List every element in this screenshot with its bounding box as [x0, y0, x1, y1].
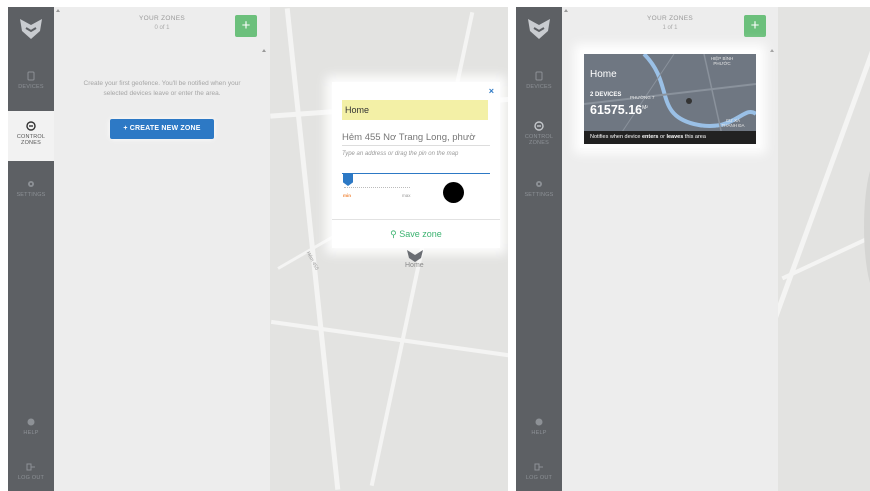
sidebar-item-label: DEVICES [18, 84, 44, 90]
map-pin-icon: ⚲ [390, 229, 397, 239]
gear-icon [536, 181, 542, 187]
sidebar-item-label: SETTINGS [524, 192, 554, 198]
address-hint: Type an address or drag the pin on the m… [342, 151, 459, 157]
add-zone-button[interactable]: + [744, 15, 766, 37]
close-icon[interactable]: × [489, 86, 494, 96]
sidebar-item-label: LOG OUT [17, 475, 45, 481]
empty-state-message: Create your first geofence. You'll be no… [83, 80, 241, 97]
zone-edit-popup: × Home Hẻm 455 Nơ Trang Long, phườ Type … [332, 82, 500, 248]
logout-icon [26, 463, 35, 471]
home-pin-icon[interactable] [406, 248, 424, 262]
sidebar-item-label: LOG OUT [525, 475, 553, 481]
device-icon [27, 71, 35, 81]
zone-notify-footer: Notifies when device enters or leaves th… [584, 131, 756, 144]
right-screen: DEVICES CONTROL ZONES SETTINGS HELP LOG … [516, 7, 870, 491]
map-view[interactable] [270, 7, 516, 491]
map-view[interactable] [778, 7, 870, 491]
screen-divider [508, 0, 516, 491]
footer-leaves: leaves [666, 134, 684, 140]
gear-icon [28, 181, 34, 187]
zone-area: 61575.16M² [590, 103, 648, 117]
sidebar-item-label: ZONES [21, 140, 41, 146]
address-input[interactable]: Hẻm 455 Nơ Trang Long, phườ [342, 130, 490, 146]
scroll-up-icon[interactable] [56, 9, 60, 12]
scroll-up-icon[interactable] [564, 9, 568, 12]
sidebar-item-settings[interactable]: SETTINGS [8, 179, 54, 198]
sidebar-item-label: SETTINGS [16, 192, 46, 198]
zone-icon [534, 121, 544, 131]
sidebar-item-help[interactable]: HELP [516, 417, 562, 436]
sidebar: DEVICES CONTROL ZONES SETTINGS HELP LOG … [8, 7, 54, 491]
sidebar-item-label: ZONES [529, 140, 549, 146]
footer-enters: enters [641, 134, 659, 140]
map-feature [864, 157, 870, 297]
add-zone-button[interactable]: + [235, 15, 257, 37]
create-new-zone-button[interactable]: + CREATE NEW ZONE [110, 119, 214, 139]
sidebar-item-control-zones[interactable]: CONTROL ZONES [516, 121, 562, 146]
scroll-up-icon[interactable] [262, 49, 266, 52]
save-zone-button[interactable]: ⚲ Save zone [332, 219, 500, 248]
map-place-label: HIỆP BÌNH PHƯỚC [710, 56, 734, 66]
slider-max-label: max [402, 193, 411, 198]
map-place-label: CƯ XÁ THANH ĐA [721, 118, 745, 128]
left-screen: DEVICES CONTROL ZONES SETTINGS HELP LOG … [8, 7, 516, 491]
sidebar-item-devices[interactable]: DEVICES [8, 71, 54, 90]
sidebar-item-control-zones[interactable]: CONTROL ZONES [8, 111, 54, 161]
app-logo-icon[interactable] [526, 15, 552, 41]
zone-area-value: 61575.16 [590, 103, 643, 117]
map-place-label: PHƯỜNG 7 [630, 95, 655, 100]
sidebar-item-help[interactable]: HELP [8, 417, 54, 436]
zone-card-container: HIỆP BÌNH PHƯỚC PHƯỜNG 7 CƯ XÁ THANH ĐA … [580, 50, 760, 148]
map-road [270, 319, 516, 359]
sidebar-item-devices[interactable]: DEVICES [516, 71, 562, 90]
zone-device-count: 2 DEVICES [590, 92, 622, 98]
app-logo-icon[interactable] [18, 15, 44, 41]
logout-icon [534, 463, 543, 471]
radius-slider-track[interactable] [342, 173, 490, 174]
zone-name: Home [590, 69, 617, 80]
map-road [778, 20, 870, 478]
zone-card[interactable]: HIỆP BÌNH PHƯỚC PHƯỜNG 7 CƯ XÁ THANH ĐA … [584, 54, 756, 144]
footer-text: Notifies when device [590, 134, 642, 140]
pin-label: Home [405, 262, 424, 269]
footer-text: this area [683, 134, 706, 140]
zone-name-input[interactable]: Home [342, 100, 488, 120]
zone-icon [26, 121, 36, 131]
radius-slider-handle[interactable] [343, 174, 353, 186]
help-icon [535, 418, 543, 426]
sidebar-item-logout[interactable]: LOG OUT [516, 462, 562, 481]
sidebar-item-label: HELP [23, 430, 39, 436]
slider-ticks [344, 187, 410, 188]
sidebar-item-settings[interactable]: SETTINGS [516, 179, 562, 198]
sidebar-item-label: DEVICES [526, 84, 552, 90]
scroll-up-icon[interactable] [770, 49, 774, 52]
slider-min-label: min [343, 193, 352, 198]
zone-area-unit: M² [642, 104, 648, 111]
device-icon [535, 71, 543, 81]
sidebar-item-label: HELP [531, 430, 547, 436]
zones-panel: YOUR ZONES 0 of 1 + Create your first ge… [54, 7, 270, 491]
sidebar-item-logout[interactable]: LOG OUT [8, 462, 54, 481]
radius-preview-icon [443, 182, 464, 203]
help-icon [27, 418, 35, 426]
sidebar: DEVICES CONTROL ZONES SETTINGS HELP LOG … [516, 7, 562, 491]
save-zone-label: Save zone [399, 229, 442, 239]
